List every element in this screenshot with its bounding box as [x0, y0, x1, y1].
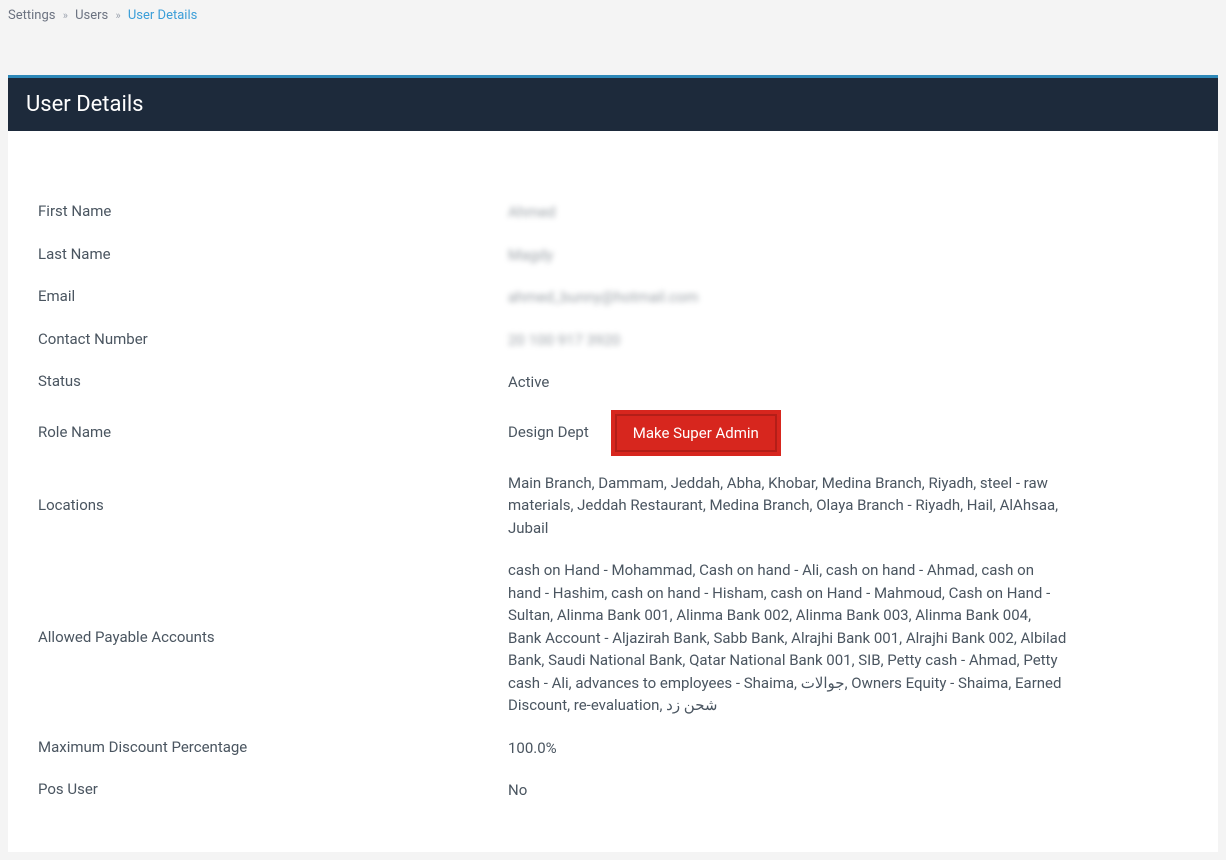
field-last-name: Last Name Magdy: [38, 244, 1188, 267]
role-name-label: Role Name: [38, 422, 508, 443]
last-name-value: Magdy: [508, 244, 1188, 267]
role-name-text: Design Dept: [508, 421, 589, 444]
field-locations: Locations Main Branch, Dammam, Jeddah, A…: [38, 472, 1188, 540]
allowed-payable-accounts-label: Allowed Payable Accounts: [38, 627, 508, 648]
field-first-name: First Name Ahmed: [38, 201, 1188, 224]
breadcrumb-settings[interactable]: Settings: [8, 8, 55, 23]
user-details-content: First Name Ahmed Last Name Magdy Email a…: [8, 131, 1218, 852]
max-discount-label: Maximum Discount Percentage: [38, 737, 508, 758]
breadcrumb-current: User Details: [128, 8, 197, 23]
allowed-payable-accounts-value: cash on Hand - Mohammad, Cash on hand - …: [508, 559, 1188, 717]
make-super-admin-button[interactable]: Make Super Admin: [615, 414, 777, 452]
field-pos-user: Pos User No: [38, 779, 1188, 802]
contact-number-label: Contact Number: [38, 329, 508, 350]
locations-label: Locations: [38, 495, 508, 516]
locations-value: Main Branch, Dammam, Jeddah, Abha, Khoba…: [508, 472, 1188, 540]
page-title: User Details: [26, 92, 1200, 117]
breadcrumb-users[interactable]: Users: [75, 8, 108, 23]
contact-number-value: 20 100 917 3920: [508, 329, 1188, 352]
email-label: Email: [38, 286, 508, 307]
email-value: ahmed_bunny@hotmail.com: [508, 286, 1188, 309]
max-discount-value: 100.0%: [508, 737, 1188, 760]
breadcrumb: Settings » Users » User Details: [0, 0, 1226, 33]
first-name-value: Ahmed: [508, 201, 1188, 224]
pos-user-label: Pos User: [38, 779, 508, 800]
field-role-name: Role Name Design Dept Make Super Admin: [38, 414, 1188, 452]
field-status: Status Active: [38, 371, 1188, 394]
field-allowed-payable-accounts: Allowed Payable Accounts cash on Hand - …: [38, 559, 1188, 717]
status-value: Active: [508, 371, 1188, 394]
breadcrumb-separator: »: [111, 9, 124, 22]
last-name-label: Last Name: [38, 244, 508, 265]
field-email: Email ahmed_bunny@hotmail.com: [38, 286, 1188, 309]
page-panel: User Details First Name Ahmed Last Name …: [8, 75, 1218, 852]
status-label: Status: [38, 371, 508, 392]
pos-user-value: No: [508, 779, 1188, 802]
role-name-value: Design Dept Make Super Admin: [508, 414, 1188, 452]
first-name-label: First Name: [38, 201, 508, 222]
field-max-discount: Maximum Discount Percentage 100.0%: [38, 737, 1188, 760]
page-header: User Details: [8, 75, 1218, 131]
breadcrumb-separator: »: [59, 9, 72, 22]
field-contact-number: Contact Number 20 100 917 3920: [38, 329, 1188, 352]
